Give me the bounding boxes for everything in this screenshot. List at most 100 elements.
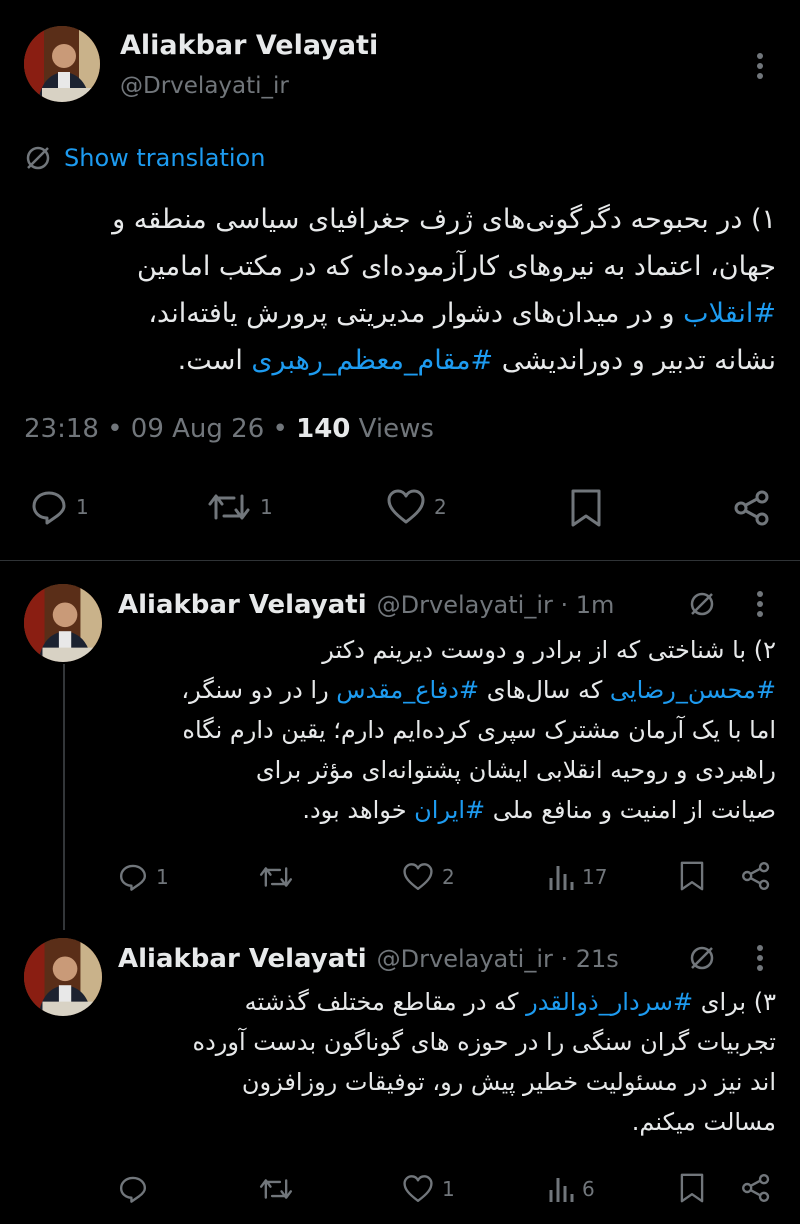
tweet-text-segment: اما با یک آرمان مشترک سپری کرده‌ایم دارم… (182, 716, 776, 744)
more-icon[interactable] (752, 944, 768, 972)
author-name[interactable]: Aliakbar Velayati (120, 30, 378, 61)
tweet-text-line: اند نیز در مسئولیت خطیر پیش رو، توفیقات … (108, 1062, 776, 1102)
tweet-text-segment: که در مقاطع مختلف گذشته (244, 988, 527, 1016)
tweet-text-line: ۱) در بحبوحه دگرگونی‌های ژرف جغرافیای سی… (20, 196, 776, 243)
tweet-text-segment: صیانت از امنیت و منافع ملی (485, 796, 776, 824)
tweet-text: ۱) در بحبوحه دگرگونی‌های ژرف جغرافیای سی… (20, 196, 776, 384)
show-translation-link[interactable]: Show translation (24, 144, 265, 172)
bookmark-button[interactable] (568, 488, 604, 528)
tweet-text-segment: نشانه تدبیر و دوراندیشی (493, 345, 776, 376)
reply-count: 1 (76, 495, 89, 519)
tweet-text-segment: ۲) با شناختی که از برادر و دوست دیرینم د… (322, 636, 776, 664)
divider (0, 560, 800, 561)
views-count[interactable]: 140 (296, 414, 350, 444)
tweet-text-line: اما با یک آرمان مشترک سپری کرده‌ایم دارم… (108, 710, 776, 750)
tweet-text-line: مسالت میکنم. (108, 1102, 776, 1142)
reply-icon (118, 1174, 148, 1204)
share-button[interactable] (740, 860, 772, 892)
avatar[interactable] (24, 26, 100, 102)
tweet-text-line: راهبردی و روحیه انقلابی ایشان پشتوانه‌ای… (108, 750, 776, 790)
hashtag-link[interactable]: #محسن_رضایی (610, 676, 776, 704)
tweet-text-segment: راهبردی و روحیه انقلابی ایشان پشتوانه‌ای… (255, 756, 776, 784)
author-name[interactable]: Aliakbar Velayati (118, 944, 367, 974)
tweet-text-line: #محسن_رضایی که سال‌های #دفاع_مقدس را در … (108, 670, 776, 710)
author-name[interactable]: Aliakbar Velayati (118, 590, 367, 620)
hashtag-link[interactable]: #دفاع_مقدس (336, 676, 479, 704)
bookmark-icon (568, 488, 604, 528)
tweet-text-line: نشانه تدبیر و دوراندیشی #مقام_معظم_رهبری… (20, 337, 776, 384)
views-label: Views (358, 414, 434, 444)
like-icon (402, 862, 434, 892)
tweet-text-line: ۳) برای #سردار_ذوالقدر که در مقاطع مختلف… (108, 982, 776, 1022)
author-handle[interactable]: @Drvelayati_ir · 1m (377, 591, 615, 619)
tweet-timestamp[interactable]: 23:18 • 09 Aug 26 • (24, 414, 288, 444)
like-count: 2 (442, 865, 455, 889)
avatar[interactable] (24, 584, 102, 662)
share-button[interactable] (740, 1172, 772, 1204)
retweet-button[interactable] (258, 1174, 294, 1204)
like-icon (402, 1174, 434, 1204)
like-count: 1 (442, 1177, 455, 1201)
thread-line (63, 664, 65, 930)
tweet-text: ۳) برای #سردار_ذوالقدر که در مقاطع مختلف… (108, 982, 777, 1142)
tweet-text-segment: را در دو سنگر، (181, 676, 337, 704)
hashtag-link[interactable]: #ایران (414, 796, 485, 824)
like-button[interactable]: 2 (402, 862, 455, 892)
tweet-text-segment: اند نیز در مسئولیت خطیر پیش رو، توفیقات … (241, 1068, 776, 1096)
reply-button[interactable] (118, 1174, 148, 1204)
tweet-text-line: ۲) با شناختی که از برادر و دوست دیرینم د… (108, 630, 776, 670)
retweet-icon (258, 862, 294, 892)
views-count: 17 (582, 865, 608, 889)
reply-icon (30, 488, 68, 526)
tweet-text-segment: مسالت میکنم. (631, 1108, 776, 1136)
views-button[interactable]: 6 (548, 1174, 595, 1204)
more-icon[interactable] (752, 52, 768, 80)
tweet-text-segment: و در میدان‌های دشوار مدیریتی پرورش یافته… (148, 298, 684, 329)
bookmark-icon (678, 1172, 706, 1204)
tweet-text-line: تجربیات گران سنگی را در حوزه های گوناگون… (108, 1022, 777, 1062)
views-icon (548, 1174, 574, 1204)
tweet-text-segment: جهان، اعتماد به نیروهای کارآزموده‌ای که … (136, 251, 776, 282)
hashtag-link[interactable]: #انقلاب (683, 298, 776, 329)
author-handle[interactable]: @Drvelayati_ir (120, 73, 289, 99)
retweet-icon (258, 1174, 294, 1204)
reply-button[interactable]: 1 (118, 862, 169, 892)
tweet-text: ۲) با شناختی که از برادر و دوست دیرینم د… (108, 630, 776, 830)
views-icon (548, 862, 574, 892)
views-button[interactable]: 17 (548, 862, 607, 892)
like-button[interactable]: 1 (402, 1174, 455, 1204)
like-icon (386, 488, 426, 526)
tweet-text-line: جهان، اعتماد به نیروهای کارآزموده‌ای که … (20, 243, 776, 290)
bookmark-button[interactable] (678, 860, 706, 892)
tweet-text-segment: تجربیات گران سنگی را در حوزه های گوناگون… (192, 1028, 777, 1056)
retweet-button[interactable]: 1 (206, 488, 273, 526)
more-icon[interactable] (752, 590, 768, 618)
tweet-text-segment: ۳) برای (693, 988, 776, 1016)
bookmark-icon (678, 860, 706, 892)
like-count: 2 (434, 495, 447, 519)
tweet-text-segment: خواهد بود. (302, 796, 415, 824)
avatar[interactable] (24, 938, 102, 1016)
tweet-text-segment: ۱) در بحبوحه دگرگونی‌های ژرف جغرافیای سی… (112, 204, 776, 235)
tweet-text-line: صیانت از امنیت و منافع ملی #ایران خواهد … (108, 790, 776, 830)
views-count: 6 (582, 1177, 595, 1201)
translate-icon (24, 144, 52, 172)
tweet-metadata: 23:18 • 09 Aug 26 • 140 Views (24, 414, 434, 444)
retweet-icon (206, 488, 252, 526)
hashtag-link[interactable]: #مقام_معظم_رهبری (251, 345, 493, 376)
tweet-text-segment: که سال‌های (479, 676, 610, 704)
translate-icon[interactable] (688, 944, 716, 972)
tweet-text-line: #انقلاب و در میدان‌های دشوار مدیریتی پرو… (20, 290, 776, 337)
reply-count: 1 (156, 865, 169, 889)
share-icon (732, 488, 772, 528)
hashtag-link[interactable]: #سردار_ذوالقدر (526, 988, 693, 1016)
share-button[interactable] (732, 488, 772, 528)
like-button[interactable]: 2 (386, 488, 447, 526)
tweet-text-segment: است. (177, 345, 252, 376)
bookmark-button[interactable] (678, 1172, 706, 1204)
retweet-button[interactable] (258, 862, 294, 892)
share-icon (740, 1172, 772, 1204)
translate-icon[interactable] (688, 590, 716, 618)
reply-button[interactable]: 1 (30, 488, 89, 526)
author-handle[interactable]: @Drvelayati_ir · 21s (377, 945, 619, 973)
